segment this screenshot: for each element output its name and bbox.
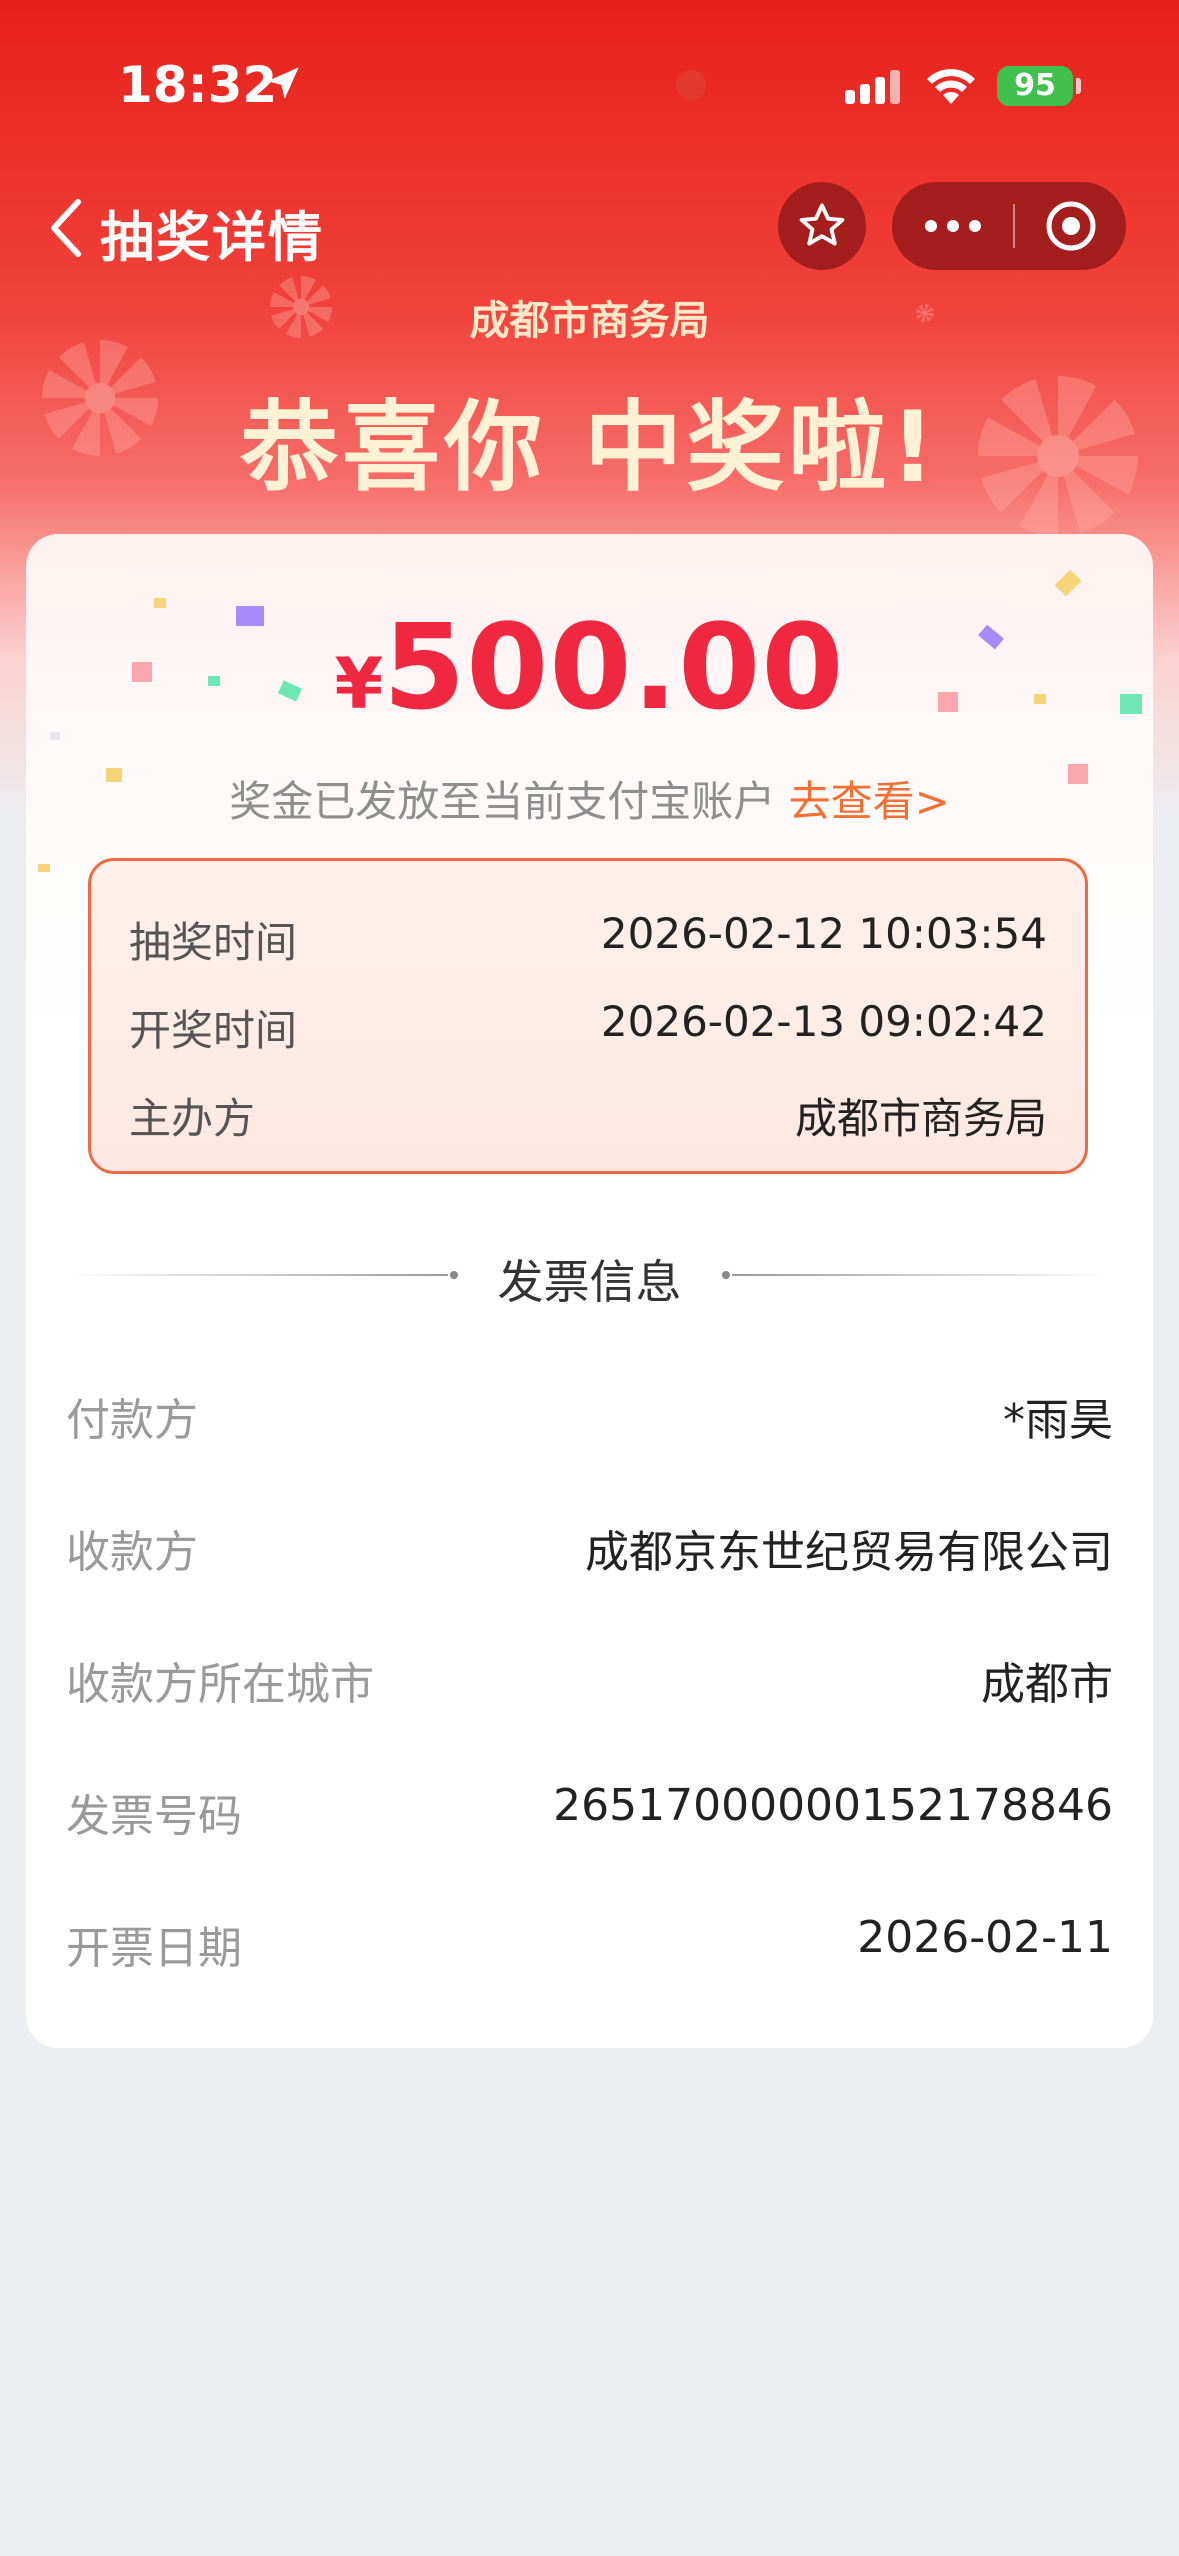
congrats-heading: 恭喜你 中奖啦! (240, 391, 939, 505)
mini-app-capsule (892, 182, 1126, 270)
invoice-row-payee: 收款方 成都京东世纪贸易有限公司 (66, 1516, 1113, 1586)
info-label: 主办方 (129, 1094, 256, 1143)
wifi-icon (927, 69, 975, 104)
invoice-value: *雨昊 (1003, 1395, 1113, 1446)
more-menu-button[interactable] (892, 182, 1014, 270)
more-dot-icon (969, 220, 981, 232)
favorite-button[interactable] (778, 182, 866, 270)
currency-symbol: ¥ (334, 643, 384, 725)
info-value: 成都市商务局 (794, 1094, 1047, 1143)
close-mini-app-button[interactable] (1016, 182, 1126, 270)
payout-notice: 奖金已发放至当前支付宝账户 去查看> (0, 768, 1179, 829)
page-title: 抽奖详情 (100, 206, 324, 269)
invoice-row-date: 开票日期 2026-02-11 (66, 1912, 1113, 1982)
info-row-draw-time: 抽奖时间 2026-02-12 10:03:54 (129, 909, 1047, 969)
info-label: 开奖时间 (129, 1006, 298, 1055)
recording-indicator-icon (676, 70, 706, 100)
divider-line-right (732, 1274, 1112, 1276)
amount-value: 500.00 (383, 598, 845, 736)
divider-dot (722, 1271, 730, 1279)
invoice-value: 成都市 (981, 1659, 1113, 1710)
more-dot-icon (947, 220, 959, 232)
capsule-divider (1013, 204, 1015, 248)
organizer-title: 成都市商务局 (469, 298, 710, 344)
status-time: 18:32 (118, 56, 278, 114)
cellular-signal-icon (845, 70, 900, 104)
battery-tip (1076, 78, 1081, 94)
invoice-label: 收款方所在城市 (66, 1659, 374, 1710)
invoice-row-number: 发票号码 26517000000152178846 (66, 1780, 1113, 1850)
invoice-row-payee-city: 收款方所在城市 成都市 (66, 1648, 1113, 1718)
invoice-section-title: 发票信息 (497, 1255, 682, 1309)
confetti-piece (38, 864, 50, 872)
invoice-label: 收款方 (66, 1527, 198, 1578)
battery-icon: 95 (997, 66, 1073, 106)
invoice-label: 付款方 (66, 1395, 198, 1446)
info-value: 2026-02-13 09:02:42 (600, 997, 1047, 1046)
prize-amount: ¥500.00 (0, 598, 1179, 736)
view-account-link[interactable]: 去查看> (789, 777, 950, 826)
invoice-label: 发票号码 (66, 1791, 242, 1842)
target-close-icon (1046, 201, 1096, 251)
star-icon (799, 203, 845, 246)
more-dot-icon (925, 220, 937, 232)
lottery-info-box: 抽奖时间 2026-02-12 10:03:54 开奖时间 2026-02-13… (88, 858, 1088, 1174)
invoice-value: 成都京东世纪贸易有限公司 (585, 1527, 1113, 1578)
info-row-organizer: 主办方 成都市商务局 (129, 1085, 1047, 1145)
info-label: 抽奖时间 (129, 918, 298, 967)
info-row-result-time: 开奖时间 2026-02-13 09:02:42 (129, 997, 1047, 1057)
payout-notice-text: 奖金已发放至当前支付宝账户 (229, 777, 776, 826)
info-value: 2026-02-12 10:03:54 (600, 909, 1047, 958)
back-arrow-icon[interactable] (44, 196, 88, 260)
invoice-value: 2026-02-11 (857, 1912, 1113, 1963)
invoice-value: 26517000000152178846 (553, 1780, 1113, 1831)
invoice-label: 开票日期 (66, 1923, 242, 1974)
invoice-row-payer: 付款方 *雨昊 (66, 1384, 1113, 1454)
location-arrow-icon (267, 67, 299, 99)
